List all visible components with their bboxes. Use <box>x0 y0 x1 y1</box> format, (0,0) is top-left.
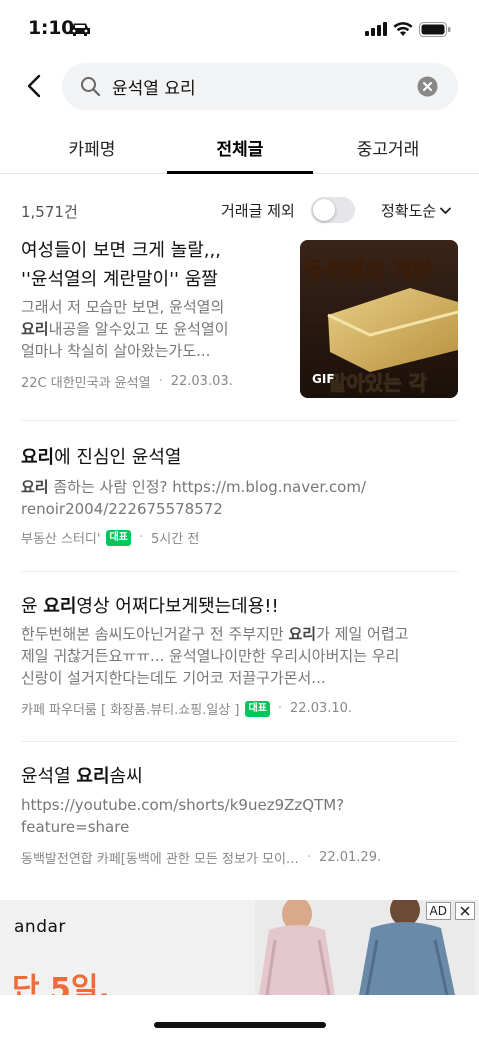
snippet-line: 그래서 저 모습만 보면, 윤석열의 <box>21 298 225 316</box>
search-result-item[interactable]: 여성들이 보면 크게 놀랄,,, ''윤석열의 계란말이'' 움짤 그래서 저 … <box>0 0 479 420</box>
keyword-highlight: 요리 <box>288 625 317 643</box>
post-snippet: 그래서 저 모습만 보면, 윤석열의 요리내공을 알수있고 또 윤석열이 얼마나… <box>21 296 229 362</box>
post-date: 22.01.29. <box>319 850 382 865</box>
ad-brand: andar <box>14 917 66 937</box>
post-meta: 22C 대한민국과 윤석열 · 22.03.03. <box>21 372 233 391</box>
snippet-text: 한두번해본 솜씨도아닌거같구 전 주부지만 <box>21 625 289 643</box>
post-title-line: 여성들이 보면 크게 놀랄,,, <box>21 240 221 261</box>
snippet-line: 요리 좀하는 사람 인정? https://m.blog.naver.com/ <box>21 476 366 498</box>
cafe-name: 부동산 스터디' <box>21 532 101 547</box>
post-thumbnail[interactable]: 윤석열의 계란 말아있는 각 GIF <box>300 240 458 398</box>
search-result-item[interactable]: 윤 요리영상 어쩌다보게됏는데용!! 한두번해본 솜씨도아닌거같구 전 주부지만… <box>0 572 479 740</box>
ad-label: AD <box>425 902 451 920</box>
ad-headline: 단 5일, <box>12 972 110 995</box>
snippet-line: 신랑이 설거지한다는데도 기어코 저끌구가몬서... <box>21 669 326 687</box>
gif-label: GIF <box>312 372 335 386</box>
snippet-line: https://youtube.com/shorts/k9uez9ZzQTM? <box>21 796 345 814</box>
post-date: 22.03.03. <box>170 374 233 389</box>
representative-badge: 대표 <box>245 700 270 717</box>
snippet-text: 좀하는 사람 인정? https://m.blog.naver.com/ <box>48 478 366 496</box>
post-title-line: ''윤석열의 계란말이'' 움짤 <box>21 269 218 290</box>
representative-badge: 대표 <box>106 529 131 546</box>
search-result-item[interactable]: 요리에 진심인 윤석열 요리 좀하는 사람 인정? https://m.blog… <box>0 421 479 571</box>
post-title: 윤석열 요리솜씨 <box>21 762 143 791</box>
meta-separator: · <box>158 374 163 389</box>
title-text: 솜씨 <box>109 766 143 787</box>
post-meta: 동백발전연합 카페[동백에 관한 모든 정보가 모이… · 22.01.29. <box>21 848 381 867</box>
ad-close-button[interactable] <box>455 902 475 920</box>
meta-separator: · <box>138 530 144 545</box>
thumb-caption-bottom: 말아있는 각 <box>328 371 428 395</box>
keyword-highlight: 요리 <box>21 447 55 468</box>
keyword-highlight: 요리 <box>43 596 77 617</box>
post-meta: 부동산 스터디' 대표 · 5시간 전 <box>21 528 199 547</box>
cafe-name: 동백발전연합 카페[동백에 관한 모든 정보가 모이… <box>21 852 299 867</box>
cafe-name: 22C 대한민국과 윤석열 <box>21 376 151 391</box>
post-title: 여성들이 보면 크게 놀랄,,, ''윤석열의 계란말이'' 움짤 <box>21 236 221 294</box>
post-title: 윤 요리영상 어쩌다보게됏는데용!! <box>21 592 279 621</box>
post-snippet: 한두번해본 솜씨도아닌거같구 전 주부지만 요리가 제일 어렵고 제일 귀찮거든… <box>21 623 408 689</box>
snippet-line: renoir2004/222675578572 <box>21 500 223 518</box>
snippet-text: 가 제일 어렵고 <box>316 625 409 643</box>
keyword-highlight: 요리 <box>76 766 110 787</box>
meta-separator: · <box>277 701 283 716</box>
search-result-item[interactable]: 윤석열 요리솜씨 https://youtube.com/shorts/k9ue… <box>0 742 479 888</box>
snippet-line: 제일 귀찮거든요ㅠㅠ... 윤석열나이만한 우리시아버지는 우리 <box>21 647 400 665</box>
meta-separator: · <box>306 850 312 865</box>
thumb-caption-top: 윤석열의 계란 <box>304 259 433 284</box>
post-meta: 카페 파우더룸 [ 화장품.뷰티.쇼핑.일상 ] 대표 · 22.03.10. <box>21 699 352 718</box>
post-date: 22.03.10. <box>290 701 353 716</box>
title-text: 에 진심인 윤석열 <box>54 447 182 468</box>
post-snippet: https://youtube.com/shorts/k9uez9ZzQTM? … <box>21 794 344 838</box>
post-date: 5시간 전 <box>151 532 200 547</box>
snippet-text: 내공을 알수있고 또 윤석열이 <box>48 320 229 338</box>
title-text: 윤 <box>21 596 44 617</box>
cafe-name: 카페 파우더룸 [ 화장품.뷰티.쇼핑.일상 ] <box>21 703 240 718</box>
keyword-highlight: 요리 <box>21 320 49 338</box>
post-title: 요리에 진심인 윤석열 <box>21 443 182 472</box>
snippet-line: 얼마나 착실히 살아왔는가도... <box>21 342 211 360</box>
snippet-line: feature=share <box>21 818 130 836</box>
snippet-line: 요리내공을 알수있고 또 윤석열이 <box>21 318 229 340</box>
close-icon <box>460 906 470 916</box>
title-text: 윤석열 <box>21 766 77 787</box>
snippet-line: 한두번해본 솜씨도아닌거같구 전 주부지만 요리가 제일 어렵고 <box>21 623 408 645</box>
post-snippet: 요리 좀하는 사람 인정? https://m.blog.naver.com/ … <box>21 476 366 520</box>
home-indicator <box>154 1022 326 1028</box>
ad-banner[interactable]: andar 단 5일, AD <box>0 900 479 995</box>
title-text: 영상 어쩌다보게됏는데용!! <box>76 596 279 617</box>
keyword-highlight: 요리 <box>21 478 49 496</box>
